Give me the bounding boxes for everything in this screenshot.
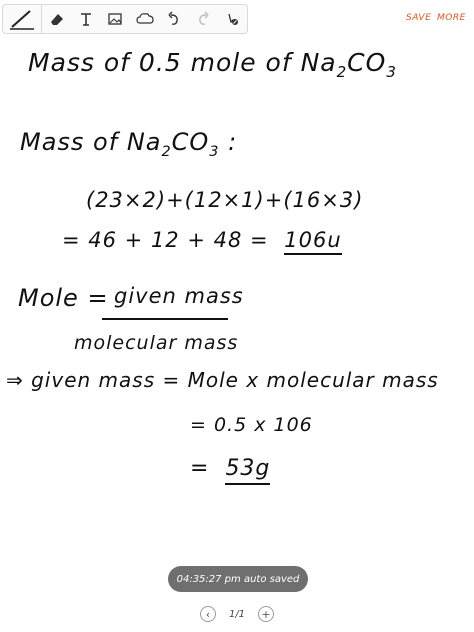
undo-icon	[168, 11, 178, 25]
previous-page-button[interactable]: ‹	[200, 606, 216, 622]
heading-formula-co: CO	[347, 48, 387, 77]
page-navigator: ‹ 1/1 +	[200, 604, 274, 624]
mole-denominator: molecular mass	[74, 332, 239, 354]
autosave-toast: 04:35:27 pm auto saved	[168, 566, 308, 592]
note-canvas[interactable]: Mass of 0.5 mole of Na2CO3 Mass of Na2CO…	[0, 40, 474, 560]
mole-label: Mole =	[18, 284, 109, 312]
heading-subscript-3: 3	[386, 63, 397, 81]
mass-label-colon: :	[219, 128, 238, 156]
fraction-bar	[102, 318, 228, 320]
mass-label-formula-co: CO	[171, 128, 210, 156]
calculation-line: = 0.5 x 106	[190, 414, 313, 436]
text-tool-button[interactable]	[71, 5, 100, 33]
heading-text: Mass of 0.5 mole of Na	[28, 48, 337, 77]
heading-subscript-2: 2	[336, 63, 348, 81]
page-count: 1/1	[228, 608, 246, 620]
note-heading: Mass of 0.5 mole of Na2CO3	[28, 48, 397, 81]
given-mass-formula: ⇒ given mass = Mole x molecular mass	[6, 368, 439, 392]
final-line: = 53g	[190, 456, 271, 485]
eraser-tool-button[interactable]	[42, 5, 71, 33]
mole-numerator: given mass	[114, 284, 244, 308]
shape-icon	[135, 13, 154, 24]
drawing-toolbar	[2, 4, 248, 34]
more-button[interactable]: MORE	[437, 13, 466, 23]
sum-expression: = 46 + 12 + 48 =	[62, 228, 269, 252]
redo-button[interactable]	[188, 5, 217, 33]
image-tool-button[interactable]	[101, 5, 130, 33]
molar-mass-result: 106u	[284, 228, 342, 255]
mass-label-text: Mass of Na	[20, 128, 162, 156]
mass-label-subscript-2: 2	[161, 143, 172, 160]
redo-icon	[199, 11, 209, 25]
final-equals: =	[190, 456, 210, 481]
save-button[interactable]: SAVE	[406, 13, 431, 23]
image-icon	[108, 13, 122, 25]
final-result: 53g	[225, 456, 271, 485]
sum-line: = 46 + 12 + 48 = 106u	[62, 228, 342, 255]
undo-button[interactable]	[159, 5, 188, 33]
touch-pen-icon	[228, 13, 239, 25]
eraser-icon	[50, 14, 63, 25]
mass-label-line: Mass of Na2CO3 :	[20, 128, 237, 160]
pen-icon	[10, 10, 35, 30]
shape-tool-button[interactable]	[130, 5, 159, 33]
atomic-mass-expression: (23×2)+(12×1)+(16×3)	[86, 188, 364, 212]
pen-tool-button[interactable]	[3, 5, 43, 33]
mass-label-subscript-3: 3	[209, 143, 220, 160]
touch-pen-toggle[interactable]	[218, 5, 247, 33]
text-icon	[80, 13, 91, 26]
add-page-button[interactable]: +	[258, 606, 274, 622]
